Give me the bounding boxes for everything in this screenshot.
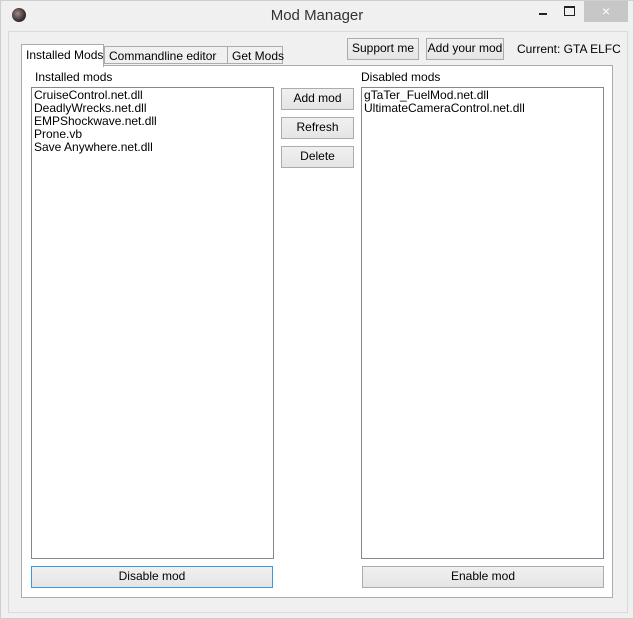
installed-mods-list[interactable]: CruiseControl.net.dll DeadlyWrecks.net.d… — [31, 87, 274, 559]
close-icon: × — [601, 3, 611, 19]
tab-installed-mods[interactable]: Installed Mods — [21, 44, 104, 67]
support-me-button[interactable]: Support me — [347, 38, 419, 60]
tab-commandline-editor[interactable]: Commandline editor — [104, 46, 228, 64]
disabled-mods-list[interactable]: gTaTer_FuelMod.net.dll UltimateCameraCon… — [361, 87, 604, 559]
current-game-label: Current: GTA ELFC — [517, 42, 621, 56]
add-mod-button[interactable]: Add mod — [281, 88, 354, 110]
add-your-mod-button[interactable]: Add your mod — [426, 38, 504, 60]
installed-mods-label: Installed mods — [35, 70, 113, 84]
minimize-button[interactable] — [528, 1, 558, 22]
maximize-button[interactable] — [555, 1, 585, 22]
tab-get-mods[interactable]: Get Mods — [227, 46, 284, 64]
close-button[interactable]: × — [584, 1, 628, 22]
title-bar: Mod Manager × — [1, 1, 633, 31]
mod-manager-window: Mod Manager × Support me Add your mod Cu… — [0, 0, 634, 619]
enable-mod-button[interactable]: Enable mod — [362, 566, 604, 588]
disabled-mods-label: Disabled mods — [361, 70, 441, 84]
delete-button[interactable]: Delete — [281, 146, 354, 168]
disable-mod-button[interactable]: Disable mod — [31, 566, 273, 588]
list-item[interactable]: Save Anywhere.net.dll — [34, 141, 271, 154]
refresh-button[interactable]: Refresh — [281, 117, 354, 139]
list-item[interactable]: UltimateCameraControl.net.dll — [364, 102, 601, 115]
